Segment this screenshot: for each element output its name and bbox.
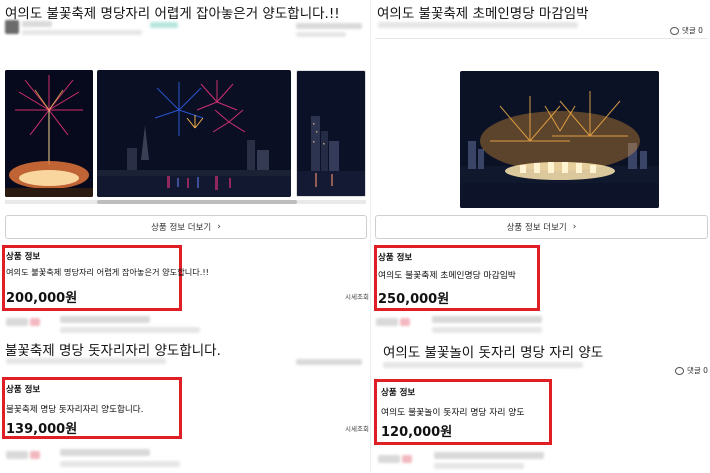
right-post1-product-name: 여의도 불꽃축제 초메인명당 마감임박 [378,271,516,281]
right-post2-comment[interactable]: 댓글 0 [675,365,708,376]
post-meta-right2-blurred [296,32,346,37]
right-seller2-blurred [378,455,400,463]
left-post2-info-heading: 상품 정보 [6,385,41,395]
right-post1-price: 250,000원 [378,292,450,307]
firework-photo-2[interactable] [97,70,291,197]
post2-meta-right-blurred [296,359,362,365]
post-meta-right-blurred [296,23,362,29]
seller-blurred [6,318,28,326]
left-post1-price: 200,000원 [6,291,78,306]
comment-count: 댓글 0 [687,366,708,375]
right-product-more-button[interactable]: 상품 정보 더보기 › [375,215,708,239]
seller-info2-blurred [60,327,200,333]
right-seller2-badge-blurred [402,455,412,463]
right-seller2-info2-blurred [434,463,524,469]
right-post1-title[interactable]: 여의도 불꽃축제 초메인명당 마감임박 [377,2,589,22]
more-button-label: 상품 정보 더보기 [151,223,212,233]
carousel-scrollbar-thumb[interactable] [97,200,297,204]
left-post1-detail-link[interactable]: 시세조회 [345,291,369,301]
comment-count: 댓글 0 [682,26,703,35]
left-post2-product-name: 불꽃축제 명당 돗자리자리 양도합니다. [6,405,144,415]
firework-photo-main[interactable] [460,71,659,208]
right-post1-info-heading: 상품 정보 [378,253,413,263]
right-post1-comment[interactable]: 댓글 0 [670,25,703,36]
left-post1-product-name: 여의도 불꽃축제 명당자리 어렵게 잡아놓은거 양도합니다.!! [6,267,209,277]
seller2-badge-blurred [30,451,40,459]
seller2-blurred [6,451,28,459]
left-post2-price: 139,000원 [6,422,78,437]
seller2-info2-blurred [60,461,180,467]
left-post2-title[interactable]: 불꽃축제 명당 돗자리자리 양도합니다. [5,339,221,359]
firework-photo-1[interactable] [5,70,93,197]
avatar-icon [5,20,19,34]
left-post1-info-heading: 상품 정보 [6,252,41,262]
right-post2-price: 120,000원 [381,425,453,440]
comment-icon [675,366,684,375]
right-post1-meta-blurred [378,22,578,28]
post2-meta-blurred [6,358,166,364]
firework-photo-3[interactable] [296,70,366,197]
column-divider [370,0,371,473]
right-post2-title[interactable]: 여의도 불꽃놀이 돗자리 명당 자리 양도 [383,341,603,361]
chevron-right-icon: › [217,222,221,232]
meta-tag-blurred [150,22,178,28]
left-post2-detail-link[interactable]: 시세조회 [345,423,369,433]
right-post2-meta-blurred [383,362,583,368]
right-seller-info2-blurred [432,327,542,333]
more-button-label: 상품 정보 더보기 [506,223,567,233]
right-post2-product-name: 여의도 불꽃놀이 돗자리 명당 자리 양도 [381,408,525,418]
right-seller-blurred [376,318,398,326]
right-post1-separator [375,38,708,39]
comment-icon [670,26,679,35]
author-name-blurred [22,21,52,27]
left-product-more-button[interactable]: 상품 정보 더보기 › [5,215,367,239]
author-meta-blurred [22,30,142,35]
seller-info-blurred [60,316,150,323]
chevron-right-icon: › [572,222,577,232]
right-seller2-info-blurred [434,452,544,459]
right-post2-info-heading: 상품 정보 [381,388,416,398]
right-seller-badge-blurred [400,318,410,326]
seller2-info-blurred [60,449,150,456]
left-post1-title[interactable]: 여의도 불꽃축제 명당자리 어렵게 잡아놓은거 양도합니다.!! [5,2,340,22]
seller-badge-blurred [30,318,40,326]
right-seller-info-blurred [432,316,542,323]
